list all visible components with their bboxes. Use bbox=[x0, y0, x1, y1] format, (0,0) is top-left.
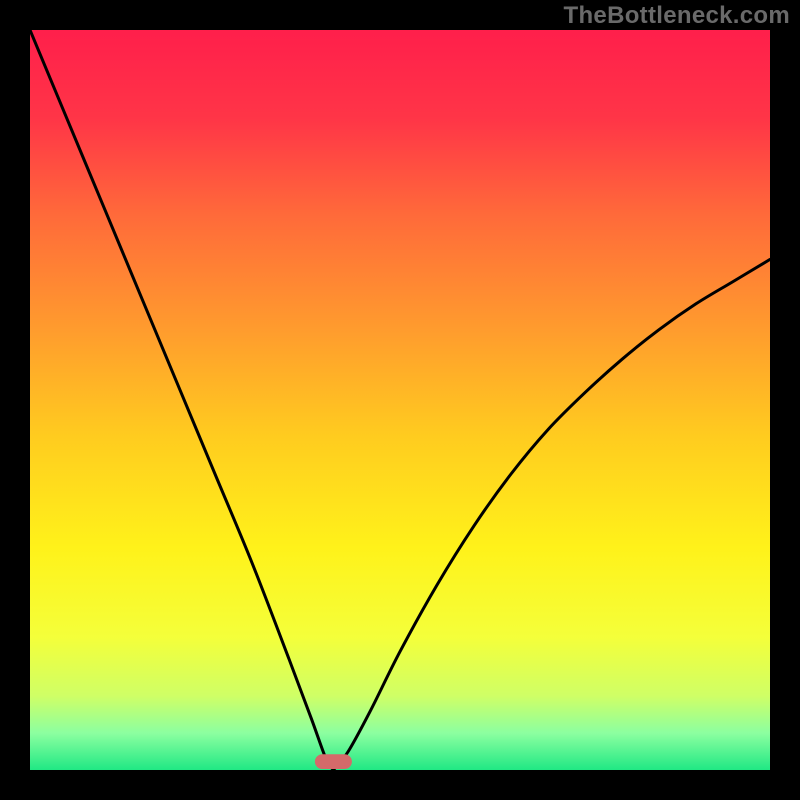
chart-frame: TheBottleneck.com bbox=[0, 0, 800, 800]
watermark-text: TheBottleneck.com bbox=[564, 2, 790, 30]
chart-svg bbox=[30, 30, 770, 770]
optimum-marker bbox=[315, 754, 352, 769]
gradient-background bbox=[30, 30, 770, 770]
chart-plot-area bbox=[30, 30, 770, 770]
